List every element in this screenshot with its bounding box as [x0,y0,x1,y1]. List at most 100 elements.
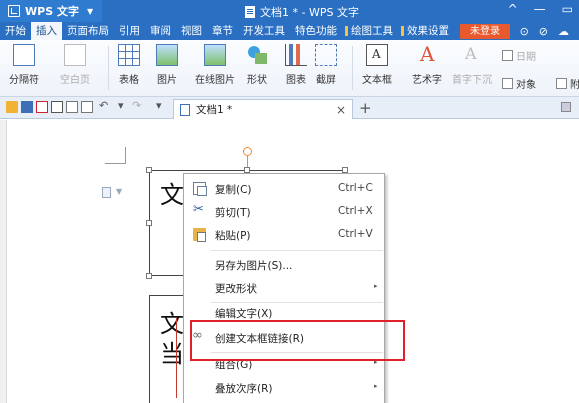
shape-button[interactable]: 形状 [246,44,268,86]
textbox-2-text-line2: 当 [160,340,184,368]
tab-insert[interactable]: 插入 [31,22,62,40]
screenshot-button[interactable]: 截屏 [315,44,337,86]
chart-label: 图表 [286,75,306,86]
object-icon [502,78,513,89]
title-bar: WPS 文字 ▼ 文档1 * - WPS 文字 ^ — ▭ [0,0,579,22]
menu-item-order[interactable]: 叠放次序(R) ▸ [184,376,384,399]
collapse-ribbon-button[interactable]: ^ [508,2,518,16]
menu-item-copy[interactable]: 复制(C) Ctrl+C [184,177,384,200]
save-icon[interactable] [21,101,33,113]
object-label: 对象 [516,80,536,91]
menu-item-label: 剪切(T) [215,207,251,219]
document-tab-label: 文档1 * [196,104,233,116]
page-margin-corner [105,147,126,164]
page-break-icon [13,44,35,66]
menubar-right-icons: ⊙ ⊘ ☁ [520,25,579,38]
undo-dropdown-icon[interactable]: ▾ [118,99,124,112]
textbox-label: 文本框 [362,75,392,86]
text-cursor [176,318,177,398]
export-pdf-icon[interactable] [36,101,48,113]
online-picture-button[interactable]: 在线图片 [195,44,235,86]
textbox-icon [366,44,388,66]
tab-home[interactable]: 开始 [0,22,31,40]
blank-page-label: 空白页 [60,75,90,86]
table-button[interactable]: 表格 [118,44,140,86]
menu-item-save-as-picture[interactable]: 另存为图片(S)... [184,253,384,276]
resize-handle[interactable] [146,273,152,279]
print-icon[interactable] [51,101,63,113]
skin-icon[interactable]: ⊙ [520,25,529,38]
sidebar-toggle-icon[interactable] [561,102,571,112]
wordart-label: 艺术字 [412,75,442,86]
menu-item-shortcut: Ctrl+C [338,182,373,194]
date-button[interactable]: 日期 [502,48,536,63]
ribbon-divider [352,46,353,90]
minimize-button[interactable]: — [534,2,546,16]
rotation-handle[interactable] [243,147,252,156]
object-button[interactable]: 对象 [502,76,536,91]
tab-references[interactable]: 引用 [114,22,145,40]
app-menu-button[interactable]: WPS 文字 ▼ [0,0,102,22]
menu-item-shortcut: Ctrl+V [338,228,373,240]
menu-item-cut[interactable]: 剪切(T) Ctrl+X [184,200,384,223]
menu-tabs: 开始 插入 页面布局 引用 审阅 视图 章节 开发工具 特色功能 绘图工具 效果… [0,22,579,40]
shape-label: 形状 [247,75,267,86]
textbox-button[interactable]: 文本框 [362,44,392,86]
print-preview-icon[interactable] [66,101,78,113]
tab-review[interactable]: 审阅 [145,22,176,40]
resize-handle[interactable] [146,220,152,226]
menu-item-label: 另存为图片(S)... [215,260,293,272]
paragraph-layout-icon[interactable] [102,187,111,198]
chart-button[interactable]: 图表 [285,44,307,86]
undo-icon[interactable]: ↶ [99,99,108,112]
tab-effect-settings[interactable]: 效果设置 [398,22,454,40]
ribbon-insert: 分隔符 空白页 表格 图片 在线图片 形状 图表 截屏 文本框 艺术字 首字下沉 [0,40,579,97]
page-break-label: 分隔符 [9,75,39,86]
picture-icon [156,44,178,66]
online-picture-label: 在线图片 [195,75,235,86]
chevron-down-icon[interactable]: ▼ [116,187,122,196]
page-preview-icon[interactable] [81,101,93,113]
close-tab-icon[interactable]: × [336,103,346,117]
tab-section[interactable]: 章节 [207,22,238,40]
tab-page-layout[interactable]: 页面布局 [62,22,114,40]
attachment-button[interactable]: 附 [556,76,579,91]
left-ruler [0,120,7,403]
chevron-down-icon: ▼ [86,6,94,16]
new-tab-button[interactable]: + [359,99,372,117]
blank-page-button[interactable]: 空白页 [60,44,90,86]
resize-handle[interactable] [146,167,152,173]
wps-logo-icon [8,5,20,17]
window-title: 文档1 * - WPS 文字 [245,4,359,20]
blank-page-icon [64,44,86,66]
menu-separator [211,250,383,251]
tab-view[interactable]: 视图 [176,22,207,40]
document-tab[interactable]: 文档1 * × [173,99,353,119]
picture-button[interactable]: 图片 [156,44,178,86]
screenshot-icon [315,44,337,66]
dropcap-button[interactable]: 首字下沉 [452,44,492,86]
help-icon[interactable]: ⊘ [539,25,548,38]
tab-drawing-tools[interactable]: 绘图工具 [342,22,398,40]
redo-icon[interactable]: ↷ [132,99,141,112]
tab-features[interactable]: 特色功能 [290,22,342,40]
attachment-label: 附 [570,80,579,91]
app-name: WPS 文字 [25,5,79,18]
highlight-annotation [190,320,405,361]
tab-developer[interactable]: 开发工具 [238,22,290,40]
screenshot-label: 截屏 [316,75,336,86]
open-folder-icon[interactable] [6,101,18,113]
ribbon-divider [108,46,109,90]
page-break-button[interactable]: 分隔符 [9,44,39,86]
wordart-icon [416,42,438,66]
menu-item-paste[interactable]: 粘贴(P) Ctrl+V [184,223,384,246]
submenu-arrow-icon: ▸ [374,282,378,290]
wordart-button[interactable]: 艺术字 [412,42,442,86]
paste-icon [193,228,206,242]
menu-item-change-shape[interactable]: 更改形状 ▸ [184,276,384,299]
customize-dropdown-icon[interactable]: ▾ [156,99,162,112]
login-button[interactable]: 未登录 [460,23,510,39]
maximize-button[interactable]: ▭ [562,2,573,16]
cloud-icon[interactable]: ☁ [558,25,569,38]
copy-icon [193,182,207,196]
